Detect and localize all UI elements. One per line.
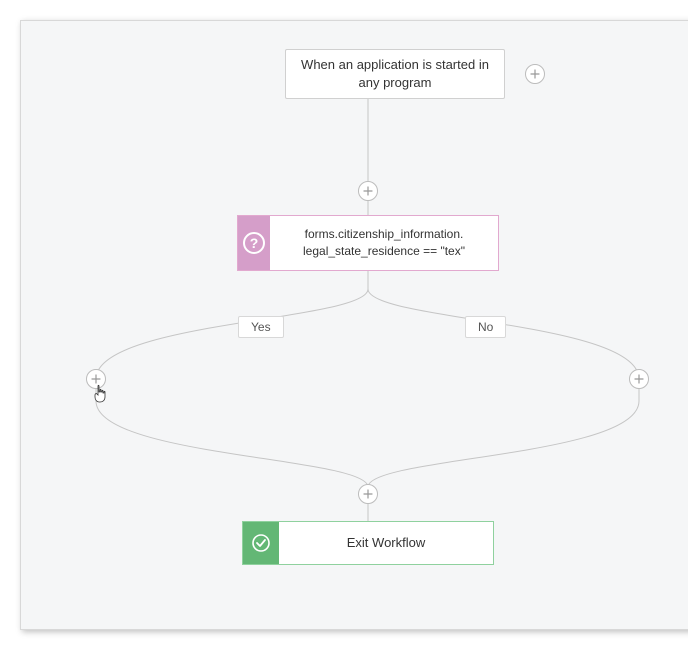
add-step-yes-branch-button[interactable] — [86, 369, 106, 389]
add-step-after-trigger-button[interactable] — [525, 64, 545, 84]
condition-node[interactable]: ? forms.citizenship_information. legal_s… — [237, 215, 499, 271]
question-icon: ? — [243, 232, 265, 254]
plus-icon — [91, 374, 101, 384]
plus-icon — [363, 489, 373, 499]
condition-expression: forms.citizenship_information. legal_sta… — [270, 216, 498, 270]
exit-label: Exit Workflow — [279, 522, 493, 564]
plus-icon — [530, 69, 540, 79]
add-step-no-branch-button[interactable] — [629, 369, 649, 389]
add-step-before-exit-button[interactable] — [358, 484, 378, 504]
branch-label-no: No — [465, 316, 506, 338]
plus-icon — [363, 186, 373, 196]
condition-icon-bar: ? — [238, 216, 270, 270]
trigger-label: When an application is started in any pr… — [286, 50, 504, 98]
trigger-node[interactable]: When an application is started in any pr… — [285, 49, 505, 99]
plus-icon — [634, 374, 644, 384]
check-circle-icon — [251, 533, 271, 553]
exit-icon-bar — [243, 522, 279, 564]
branch-label-yes: Yes — [238, 316, 284, 338]
add-step-mid-button[interactable] — [358, 181, 378, 201]
workflow-canvas: When an application is started in any pr… — [20, 20, 688, 630]
exit-node[interactable]: Exit Workflow — [242, 521, 494, 565]
